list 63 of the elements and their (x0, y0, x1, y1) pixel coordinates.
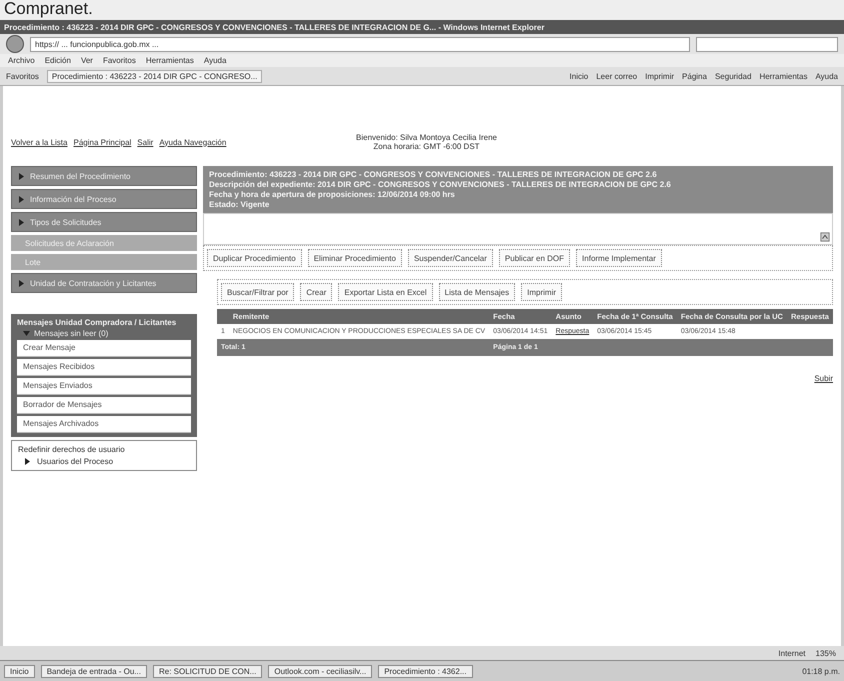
up-link[interactable]: Subir (814, 374, 833, 383)
action-button[interactable]: Duplicar Procedimiento (207, 249, 302, 267)
back-button[interactable] (6, 35, 24, 53)
caption-text: Compranet. (0, 0, 844, 20)
taskbar-window[interactable]: Re: SOLICITUD DE CON... (152, 664, 262, 678)
list-button[interactable]: Crear (300, 283, 332, 301)
zone-text: Internet (778, 648, 806, 658)
list-button[interactable]: Exportar Lista en Excel (338, 283, 433, 301)
zoom-control[interactable]: 135% (816, 648, 836, 658)
arrow-icon (18, 218, 25, 226)
taskbar-window[interactable]: Procedimiento : 4362... (378, 664, 472, 678)
rights-title: Redefinir derechos de usuario (18, 445, 126, 454)
nav-link[interactable]: Salir (137, 138, 154, 146)
menu-item[interactable]: Edición (44, 56, 71, 65)
arrow-icon (18, 196, 25, 202)
nav-link[interactable]: Ayuda Navegación (159, 138, 226, 146)
header-line: Descripción del expediente: 2014 DIR GPC - CONGRESOS Y CONVENCIONES - TALLERES DE INTEGRACION DE GPC 2.6 (209, 180, 672, 189)
menu-item[interactable]: Herramientas (146, 56, 194, 65)
taskbar-window[interactable]: Outlook.com - ceciliasilv... (268, 664, 372, 678)
toolbar-button[interactable]: Página (682, 72, 707, 80)
arrow-icon (18, 280, 25, 286)
arrow-icon (18, 172, 25, 180)
favorites-button[interactable]: Favoritos (6, 72, 39, 80)
toolbar-button[interactable]: Leer correo (596, 72, 638, 80)
panel-title: Mensajes Unidad Compradora / Licitantes (17, 318, 178, 327)
address-field[interactable]: https:// ... funcionpublica.gob.mx ... (30, 36, 690, 52)
action-button[interactable]: Publicar en DOF (498, 249, 570, 267)
message-menu-item[interactable]: Mensajes Enviados (17, 378, 191, 395)
toolbar-button[interactable]: Imprimir (645, 72, 674, 80)
menu-item[interactable]: Favoritos (102, 56, 136, 65)
welcome-text: Bienvenido: Silva Montoya Cecilia Irene (356, 133, 497, 142)
toolbar-button[interactable]: Seguridad (714, 72, 752, 80)
message-menu-item[interactable]: Mensajes Recibidos (17, 359, 191, 376)
users-link[interactable]: Usuarios del Proceso (37, 457, 114, 466)
menu-item[interactable]: Archivo (8, 56, 35, 65)
toolbar-button[interactable]: Inicio (570, 72, 588, 80)
header-line: Estado: Vigente (209, 200, 270, 209)
unread-label[interactable]: Mensajes sin leer (0) (34, 329, 108, 338)
list-button[interactable]: Imprimir (521, 283, 562, 301)
message-menu-item[interactable]: Borrador de Mensajes (17, 397, 191, 414)
message-menu-item[interactable]: Crear Mensaje (17, 340, 191, 357)
menu-item[interactable]: Ver (80, 56, 93, 65)
header-line: Fecha y hora de apertura de proposiciones: 12/06/2014 09:00 hrs (209, 190, 456, 199)
toolbar-button[interactable]: Ayuda (815, 72, 838, 80)
start-button[interactable]: Inicio (4, 664, 35, 678)
action-button[interactable]: Eliminar Procedimiento (308, 249, 402, 267)
clock-text: 01:18 p.m. (802, 666, 840, 676)
message-menu-item[interactable]: Mensajes Archivados (17, 416, 191, 433)
arrow-icon (24, 458, 31, 465)
action-button[interactable]: Informe Implementar (576, 249, 662, 267)
timezone-text: Zona horaria: GMT -6:00 DST (373, 142, 480, 151)
nav-link[interactable]: Página Principal (73, 138, 132, 146)
list-button[interactable]: Buscar/Filtrar por (221, 283, 294, 301)
header-line: Procedimiento: 436223 - 2014 DIR GPC - CONGRESOS Y CONVENCIONES - TALLERES DE INTEGRACION DE GPC 2.6 (209, 170, 658, 179)
nav-link[interactable]: Volver a la Lista (11, 138, 68, 146)
window-title: Procedimiento : 436223 - 2014 DIR GPC - CONGRESOS Y CONVENCIONES - TALLERES DE INTEGRACION DE G... - Windows Internet Explorer (0, 20, 844, 34)
taskbar-window[interactable]: Bandeja de entrada - Ou... (40, 664, 147, 678)
list-button[interactable]: Lista de Mensajes (438, 283, 516, 301)
action-button[interactable]: Suspender/Cancelar (408, 249, 493, 267)
toolbar-button[interactable]: Herramientas (759, 72, 808, 80)
search-field[interactable] (696, 36, 838, 52)
browser-tab[interactable]: Procedimiento : 436223 - 2014 DIR GPC - CONGRESO... (46, 70, 262, 82)
menu-item[interactable]: Ayuda (204, 56, 226, 65)
